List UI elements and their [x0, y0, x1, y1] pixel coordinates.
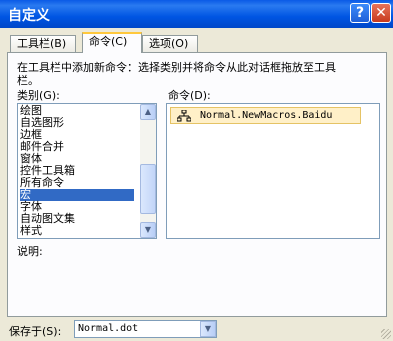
- save-in-value: Normal.dot: [78, 323, 139, 334]
- tab-options[interactable]: 选项(O): [142, 35, 198, 52]
- up-arrow-icon[interactable]: ▲: [140, 104, 156, 120]
- tab-strip: 工具栏(B) 命令(C) 选项(O): [0, 28, 393, 53]
- categories-list[interactable]: 绘图 自选图形 边框 邮件合并 窗体 控件工具箱 所有命令 宏 字体 自动图文集…: [17, 103, 157, 239]
- tab-toolbars[interactable]: 工具栏(B): [10, 35, 76, 52]
- categories-scrollbar[interactable]: ▲ ▼: [140, 104, 156, 238]
- help-button[interactable]: ?: [350, 3, 370, 23]
- category-item[interactable]: 所有命令: [20, 177, 134, 189]
- commands-label: 命令(D):: [168, 89, 211, 102]
- title-bar[interactable]: 自定义 ? ✕: [0, 0, 393, 28]
- description-label: 说明:: [17, 245, 43, 258]
- instructions-line1: 在工具栏中添加新命令：选择类别并将命令从此对话框拖放至工具: [17, 61, 336, 74]
- down-arrow-icon[interactable]: ▼: [140, 222, 156, 238]
- save-in-label: 保存于(S):: [9, 325, 62, 338]
- window-title: 自定义: [8, 8, 50, 24]
- tab-options-label: 选项(O): [149, 37, 189, 50]
- command-item-label: Normal.NewMacros.Baidu: [200, 110, 333, 121]
- categories-label: 类别(G):: [17, 89, 60, 102]
- chevron-down-icon[interactable]: ▼: [200, 321, 216, 337]
- resize-grip[interactable]: [381, 329, 391, 339]
- scroll-thumb[interactable]: [140, 164, 156, 214]
- macro-icon: [177, 110, 191, 122]
- commands-list[interactable]: Normal.NewMacros.Baidu: [166, 103, 380, 239]
- question-icon: ?: [355, 5, 365, 21]
- save-in-select[interactable]: Normal.dot ▼: [74, 320, 217, 338]
- commands-panel: 在工具栏中添加新命令：选择类别并将命令从此对话框拖放至工具 栏。 类别(G): …: [7, 52, 387, 317]
- tab-commands-label: 命令(C): [89, 35, 128, 48]
- close-icon: ✕: [375, 5, 387, 21]
- command-item[interactable]: Normal.NewMacros.Baidu: [170, 107, 361, 124]
- instructions-line2: 栏。: [17, 74, 39, 87]
- close-button[interactable]: ✕: [371, 3, 391, 23]
- category-item[interactable]: 样式: [20, 225, 134, 237]
- tab-commands[interactable]: 命令(C): [82, 32, 142, 53]
- tab-toolbars-label: 工具栏(B): [17, 37, 67, 50]
